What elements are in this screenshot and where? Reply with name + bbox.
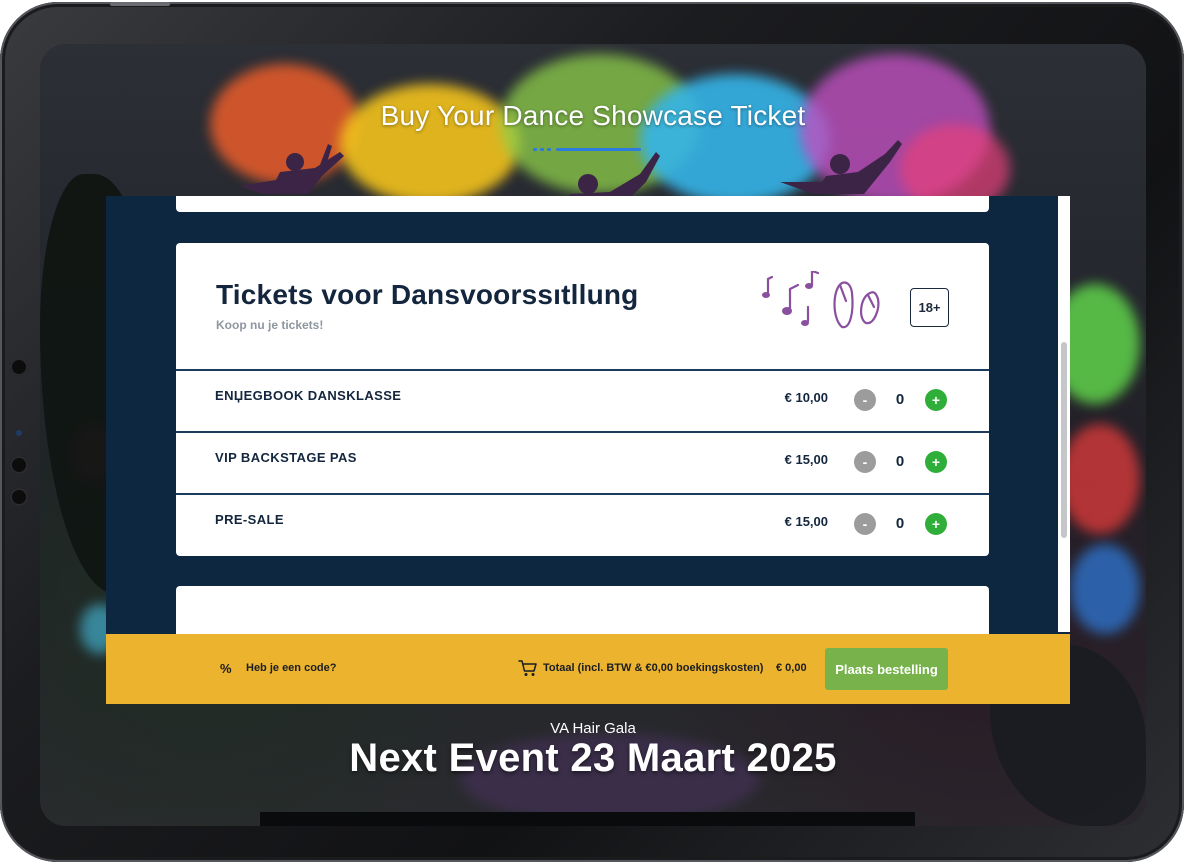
music-notes-ballet-shoes-icon — [762, 271, 880, 329]
decrease-quantity-button[interactable]: - — [854, 451, 876, 473]
ticket-name: VIP BACKSTAGE PAS — [215, 450, 357, 465]
ticket-row: PRE-SALE € 15,00 - 0 + — [176, 493, 989, 555]
tablet-screen: Buy Your Dance Showcase Ticket Tickets v… — [40, 44, 1146, 826]
promo-code-link[interactable]: Heb je een code? — [246, 662, 336, 674]
ticket-card-subtitle: Koop nu je tickets! — [216, 318, 324, 332]
ticket-name: PRE-SALE — [215, 512, 284, 527]
volume-button — [110, 2, 170, 6]
ticket-price: € 15,00 — [784, 514, 828, 529]
total-amount: € 0,00 — [776, 662, 807, 674]
hero-title: Buy Your Dance Showcase Ticket — [380, 100, 806, 131]
quantity-value: 0 — [895, 391, 905, 408]
ticket-price: € 15,00 — [784, 452, 828, 467]
increase-quantity-button[interactable]: + — [925, 389, 947, 411]
total-label: Totaal (incl. BTW & €0,00 boekingskosten… — [543, 662, 764, 674]
cart-icon — [518, 660, 537, 676]
checkout-bar: % Heb je een code? Totaal (incl. BTW & €… — [106, 634, 1070, 704]
decrease-quantity-button[interactable]: - — [854, 389, 876, 411]
ticket-row: ENЏEGBOOK DANSKLASSE € 10,00 - 0 + — [176, 369, 989, 431]
decrease-quantity-button[interactable]: - — [854, 513, 876, 535]
event-title: Next Event 23 Maart 2025 — [349, 736, 837, 780]
scrollbar-thumb[interactable] — [1061, 342, 1067, 538]
ticket-card: Tickets voor Dansvoorssıtllung Koop nu j… — [176, 243, 989, 556]
place-order-button[interactable]: Plaats bestelling — [825, 648, 948, 690]
percent-icon[interactable]: % — [220, 661, 232, 676]
camera-sensor — [16, 430, 22, 436]
side-button — [10, 488, 28, 506]
quantity-value: 0 — [895, 515, 905, 532]
ticket-price: € 10,00 — [784, 390, 828, 405]
side-button — [10, 358, 28, 376]
booking-panel: Tickets voor Dansvoorssıtllung Koop nu j… — [106, 196, 1070, 704]
increase-quantity-button[interactable]: + — [925, 513, 947, 535]
age-restriction-badge: 18+ — [910, 288, 949, 327]
title-underline-dot — [540, 148, 544, 151]
event-subtitle: VA Hair Gala — [550, 720, 636, 737]
title-underline-dot — [547, 148, 551, 151]
side-button — [10, 456, 28, 474]
quantity-value: 0 — [895, 453, 905, 470]
stage-strip — [260, 812, 915, 826]
increase-quantity-button[interactable]: + — [925, 451, 947, 473]
scrollbar-track[interactable] — [1058, 196, 1070, 632]
title-underline-dot — [533, 148, 537, 151]
tablet-frame: Buy Your Dance Showcase Ticket Tickets v… — [0, 2, 1184, 862]
previous-card — [176, 196, 989, 212]
ticket-name: ENЏEGBOOK DANSKLASSE — [215, 388, 402, 403]
ticket-card-title: Tickets voor Dansvoorssıtllung — [216, 279, 639, 310]
title-underline — [556, 148, 641, 151]
ticket-row: VIP BACKSTAGE PAS € 15,00 - 0 + — [176, 431, 989, 493]
